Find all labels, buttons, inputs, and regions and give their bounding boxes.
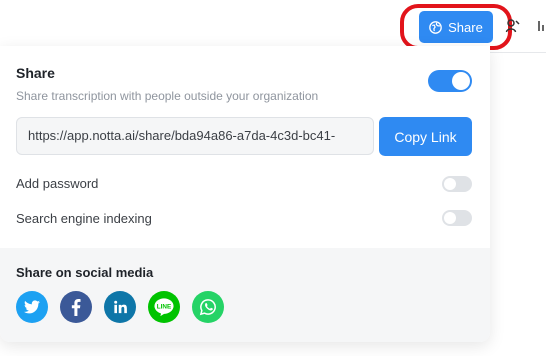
share-button-label: Share [448,19,483,35]
top-bar-divider [490,52,546,53]
share-button[interactable]: Share [419,11,493,43]
facebook-icon[interactable] [60,291,92,323]
share-toggle[interactable] [428,70,472,92]
toggle-knob [452,72,470,90]
toggle-knob [444,212,456,224]
share-link-field[interactable]: https://app.notta.ai/share/bda94a86-a7da… [16,117,374,155]
share-description: Share transcription with people outside … [16,89,319,103]
share-panel: Share Share transcription with people ou… [0,46,490,342]
copy-link-button[interactable]: Copy Link [379,117,472,156]
toggle-knob [444,178,456,190]
add-password-toggle[interactable] [442,176,472,192]
social-title: Share on social media [16,265,154,280]
linkedin-icon[interactable] [104,291,136,323]
svg-text:LINE: LINE [157,304,172,311]
whatsapp-icon[interactable] [192,291,224,323]
add-password-label: Add password [16,176,99,191]
social-share-section: Share on social media LINE [0,248,490,342]
more-icon[interactable] [537,18,546,36]
speaker-icon[interactable] [505,18,523,36]
search-indexing-toggle[interactable] [442,210,472,226]
share-title: Share [16,65,55,81]
twitter-icon[interactable] [16,291,48,323]
line-icon[interactable]: LINE [148,291,180,323]
search-indexing-label: Search engine indexing [16,211,152,226]
globe-icon [429,20,442,34]
